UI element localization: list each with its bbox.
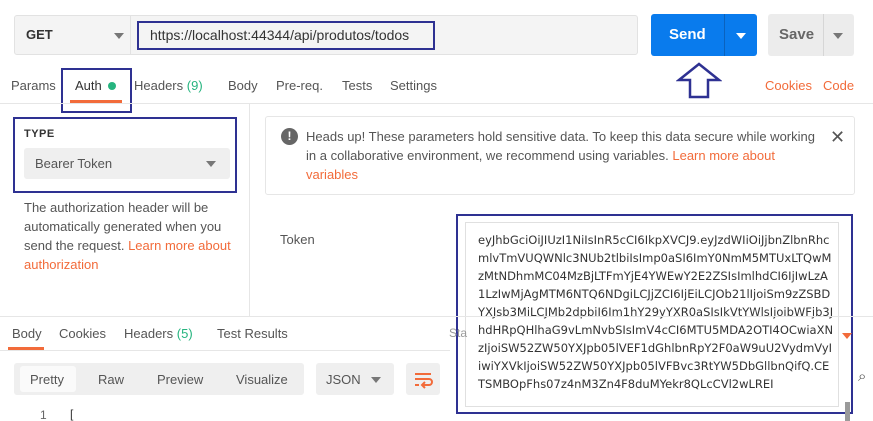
method-caret-down-icon[interactable] [114, 33, 124, 39]
send-divider [724, 14, 725, 56]
response-divider [0, 316, 873, 317]
tab-body[interactable]: Body [228, 78, 258, 93]
save-options-caret-down-icon[interactable] [833, 33, 843, 39]
code-line: [ [70, 407, 74, 421]
format-preview-button[interactable]: Preview [157, 372, 203, 387]
cookies-link[interactable]: Cookies [765, 78, 812, 93]
code-link[interactable]: Code [823, 78, 854, 93]
status-label: Sta [449, 326, 468, 340]
tab-params[interactable]: Params [11, 78, 56, 93]
tab-headers-label: Headers [134, 78, 184, 93]
language-select-value[interactable]: JSON [326, 372, 361, 387]
format-raw-button[interactable]: Raw [98, 372, 124, 387]
send-button-label[interactable]: Send [669, 26, 706, 43]
divider [130, 16, 131, 54]
wrap-lines-button[interactable] [406, 363, 440, 395]
type-label: TYPE [24, 128, 55, 140]
notice-text: Heads up! These parameters hold sensitiv… [306, 127, 826, 184]
tab-headers[interactable]: Headers (9) [134, 78, 203, 93]
search-icon[interactable]: ⌕ [858, 368, 866, 385]
tab-headers-count: (9) [186, 78, 203, 93]
info-icon: ! [281, 128, 298, 145]
response-tab-headers[interactable]: Headers (5) [124, 326, 193, 341]
response-tab-headers-label: Headers [124, 326, 174, 341]
scrollbar-thumb[interactable] [845, 402, 850, 421]
response-tabs-divider [0, 350, 450, 351]
tab-pre-request[interactable]: Pre-req. [276, 78, 323, 93]
line-number: 1 [40, 408, 47, 421]
save-divider [823, 14, 824, 56]
close-icon[interactable]: ✕ [830, 127, 845, 148]
method-select[interactable]: GET [26, 27, 53, 42]
format-pretty-button[interactable]: Pretty [30, 372, 64, 387]
url-input[interactable]: https://localhost:44344/api/produtos/tod… [150, 27, 409, 43]
up-arrow-annotation-icon [676, 62, 722, 99]
auth-type-caret-down-icon[interactable] [206, 161, 216, 167]
auth-type-value[interactable]: Bearer Token [35, 156, 112, 171]
wrap-lines-icon [415, 373, 433, 389]
token-value[interactable]: eyJhbGciOiJIUzI1NiIsInR5cCI6IkpXVCJ9.eyJ… [478, 231, 834, 393]
response-tab-body[interactable]: Body [12, 326, 42, 341]
tab-tests[interactable]: Tests [342, 78, 372, 93]
language-caret-down-icon[interactable] [371, 377, 381, 383]
response-tab-cookies[interactable]: Cookies [59, 326, 106, 341]
tabs-divider [0, 103, 873, 104]
panel-divider [249, 104, 250, 316]
tab-settings[interactable]: Settings [390, 78, 437, 93]
send-options-caret-down-icon[interactable] [736, 33, 746, 39]
format-visualize-button[interactable]: Visualize [236, 372, 288, 387]
response-headers-count: (5) [176, 326, 193, 341]
response-tab-test-results[interactable]: Test Results [217, 326, 288, 341]
auth-description: The authorization header will be automat… [24, 198, 244, 274]
save-button-label[interactable]: Save [779, 26, 814, 43]
response-caret-down-icon[interactable] [842, 333, 852, 339]
token-label: Token [280, 232, 315, 247]
auth-highlight-outline [61, 68, 132, 113]
